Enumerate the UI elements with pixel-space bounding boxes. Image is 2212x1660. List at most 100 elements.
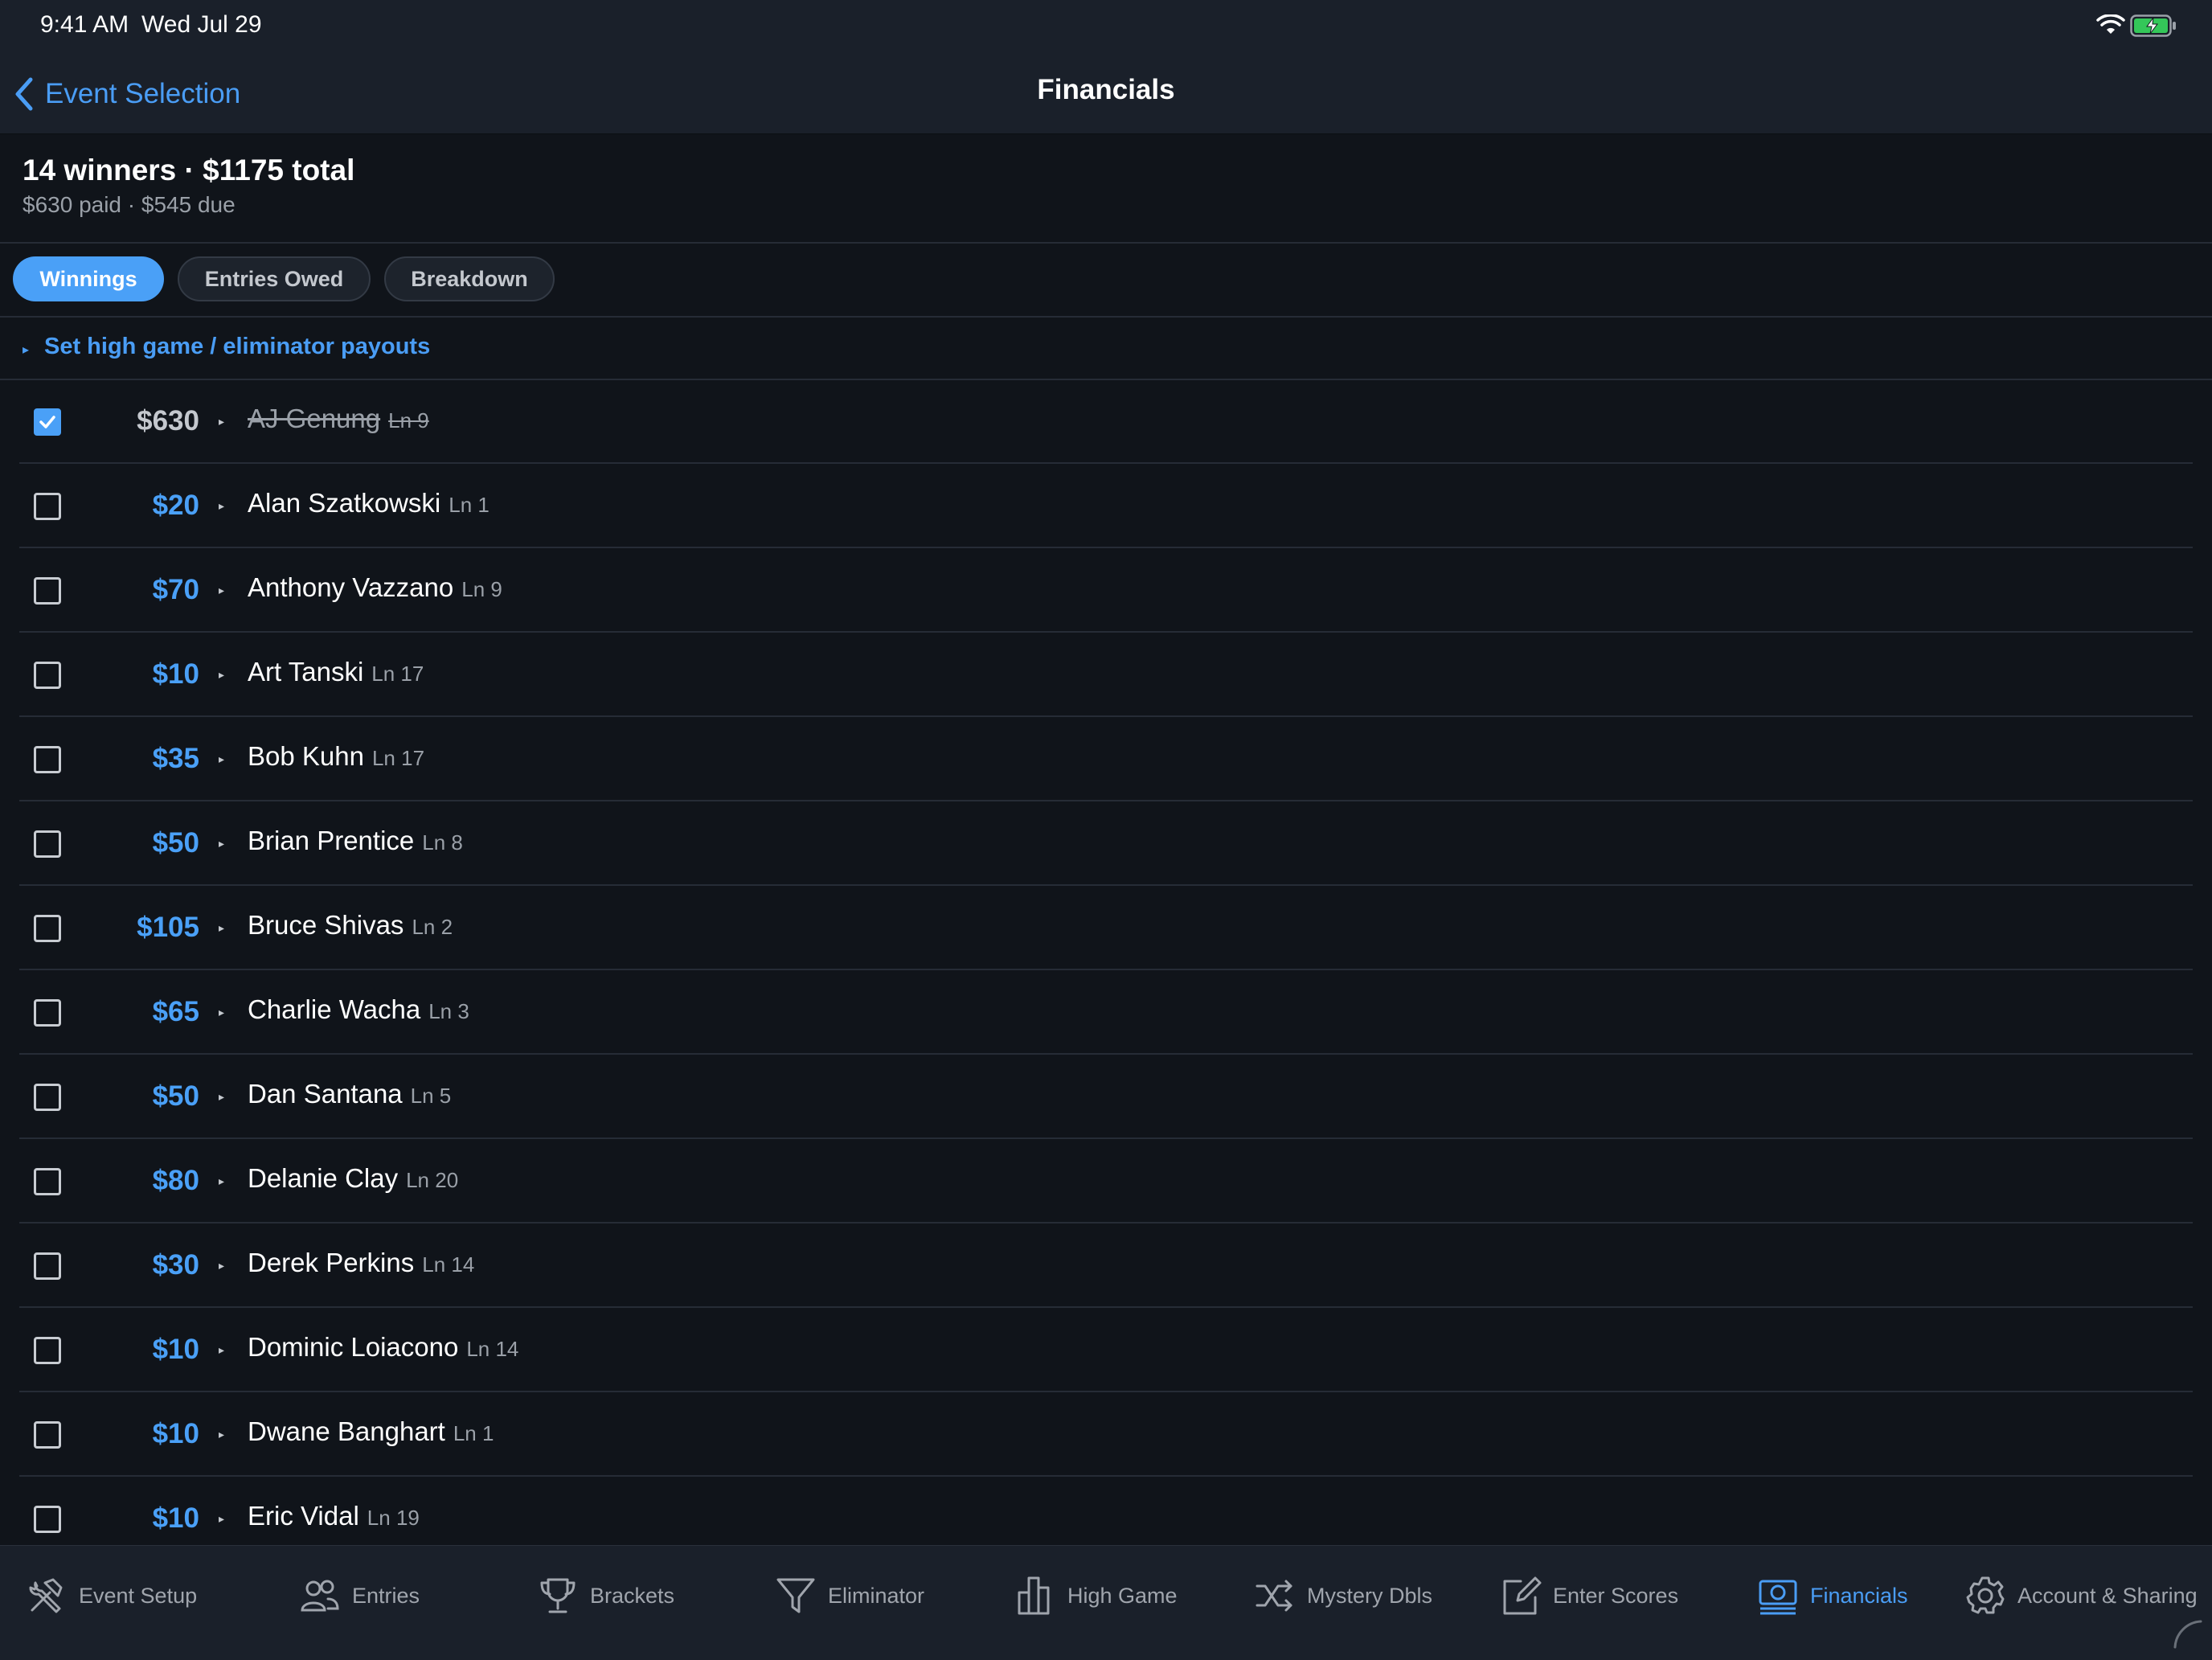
- expand-triangle-icon[interactable]: ▸: [219, 752, 224, 766]
- winner-row[interactable]: $65 ▸ Charlie Wacha Ln 3: [0, 970, 2212, 1055]
- expand-triangle-icon[interactable]: ▸: [219, 584, 224, 597]
- trophy-icon: [540, 1578, 576, 1613]
- tab-label: Brackets: [590, 1583, 675, 1608]
- winner-amount: $10: [152, 1334, 199, 1365]
- paid-checkbox[interactable]: [34, 1337, 61, 1364]
- status-time: 9:41 AM: [40, 11, 129, 38]
- paid-checkbox[interactable]: [34, 493, 61, 520]
- winner-amount: $80: [152, 1165, 199, 1196]
- status-date: Wed Jul 29: [141, 11, 262, 38]
- tab-account-sharing[interactable]: Account & Sharing: [1964, 1572, 2198, 1620]
- summary-header: 14 winners · $1175 total $630 paid · $54…: [0, 134, 2212, 244]
- winner-amount: $50: [152, 1080, 199, 1112]
- winner-amount: $10: [152, 1418, 199, 1449]
- winner-name: Dan Santana: [248, 1079, 403, 1109]
- winner-lane: Ln 17: [371, 662, 424, 686]
- winner-row[interactable]: $10 ▸ Art Tanski Ln 17: [0, 633, 2212, 717]
- tab-label: Event Setup: [79, 1583, 198, 1608]
- winner-lane: Ln 8: [422, 830, 463, 855]
- winner-info: Derek Perkins Ln 14: [248, 1248, 474, 1278]
- paid-checkbox-checked[interactable]: [34, 408, 61, 436]
- winner-row[interactable]: $630 ▸ AJ Genung Ln 9: [0, 379, 2212, 464]
- paid-checkbox[interactable]: [34, 1252, 61, 1280]
- winner-row[interactable]: $10 ▸ Eric Vidal Ln 19: [0, 1477, 2212, 1545]
- winner-lane: Ln 17: [371, 746, 425, 770]
- expand-triangle-icon[interactable]: ▸: [219, 1428, 224, 1441]
- paid-checkbox[interactable]: [34, 915, 61, 942]
- expand-triangle-icon[interactable]: ▸: [219, 1090, 224, 1104]
- winner-row[interactable]: $30 ▸ Derek Perkins Ln 14: [0, 1223, 2212, 1308]
- tab-label: Mystery Dbls: [1307, 1583, 1433, 1608]
- tab-financials[interactable]: Financials: [1757, 1572, 1908, 1620]
- tab-entries[interactable]: Entries: [299, 1572, 420, 1620]
- tab-label: High Game: [1067, 1583, 1178, 1608]
- winner-amount: $35: [152, 743, 199, 774]
- tab-brackets[interactable]: Brackets: [537, 1572, 674, 1620]
- winner-row[interactable]: $50 ▸ Brian Prentice Ln 8: [0, 801, 2212, 886]
- winner-name: Delanie Clay: [248, 1163, 399, 1193]
- winner-info: Bruce Shivas Ln 2: [248, 910, 453, 941]
- checkmark-icon: [39, 416, 55, 428]
- paid-checkbox[interactable]: [34, 577, 61, 605]
- winner-row[interactable]: $80 ▸ Delanie Clay Ln 20: [0, 1139, 2212, 1223]
- edit-icon: [1503, 1576, 1542, 1615]
- tab-event-setup[interactable]: Event Setup: [26, 1572, 197, 1620]
- winner-info: Dan Santana Ln 5: [248, 1079, 451, 1109]
- segment-breakdown[interactable]: Breakdown: [384, 256, 555, 301]
- winner-amount: $105: [137, 912, 199, 943]
- expand-triangle-icon[interactable]: ▸: [219, 921, 224, 935]
- paid-checkbox[interactable]: [34, 1421, 61, 1449]
- winner-row[interactable]: $20 ▸ Alan Szatkowski Ln 1: [0, 464, 2212, 548]
- expand-triangle-icon[interactable]: ▸: [219, 837, 224, 850]
- expand-triangle-icon[interactable]: ▸: [219, 1512, 224, 1526]
- winner-lane: Ln 19: [367, 1506, 420, 1530]
- tab-mystery-dbls[interactable]: Mystery Dbls: [1254, 1572, 1432, 1620]
- winner-lane: Ln 9: [388, 408, 429, 432]
- segment-winnings[interactable]: Winnings: [13, 256, 164, 301]
- expand-triangle-icon[interactable]: ▸: [219, 1259, 224, 1273]
- paid-checkbox[interactable]: [34, 1506, 61, 1533]
- paid-checkbox[interactable]: [34, 830, 61, 858]
- winner-name: Anthony Vazzano: [248, 572, 454, 602]
- paid-checkbox[interactable]: [34, 999, 61, 1027]
- expand-triangle-icon[interactable]: ▸: [219, 1343, 224, 1357]
- winner-row[interactable]: $10 ▸ Dwane Banghart Ln 1: [0, 1392, 2212, 1477]
- expand-triangle-icon[interactable]: ▸: [219, 1174, 224, 1188]
- tab-bar: Event Setup Entries Brackets Eliminator …: [0, 1545, 2212, 1660]
- winner-info: Alan Szatkowski Ln 1: [248, 488, 490, 518]
- winner-lane: Ln 14: [422, 1252, 475, 1277]
- winner-row[interactable]: $35 ▸ Bob Kuhn Ln 17: [0, 717, 2212, 801]
- payout-settings-toggle[interactable]: ▸ Set high game / eliminator payouts: [0, 318, 2212, 380]
- winner-lane: Ln 2: [412, 915, 453, 939]
- people-icon: [301, 1580, 339, 1612]
- expand-triangle-icon[interactable]: ▸: [219, 415, 224, 428]
- winner-name: Charlie Wacha: [248, 994, 421, 1024]
- paid-checkbox[interactable]: [34, 1168, 61, 1195]
- winner-info: Anthony Vazzano Ln 9: [248, 572, 502, 603]
- expand-triangle-icon[interactable]: ▸: [219, 668, 224, 682]
- winner-row[interactable]: $10 ▸ Dominic Loiacono Ln 14: [0, 1308, 2212, 1392]
- winner-name: Brian Prentice: [248, 826, 415, 855]
- tab-eliminator[interactable]: Eliminator: [775, 1572, 924, 1620]
- tab-enter-scores[interactable]: Enter Scores: [1500, 1572, 1678, 1620]
- paid-checkbox[interactable]: [34, 1084, 61, 1111]
- winner-row[interactable]: $70 ▸ Anthony Vazzano Ln 9: [0, 548, 2212, 633]
- winner-row[interactable]: $50 ▸ Dan Santana Ln 5: [0, 1055, 2212, 1139]
- winner-info: Dominic Loiacono Ln 14: [248, 1332, 518, 1363]
- tab-high-game[interactable]: High Game: [1014, 1572, 1178, 1620]
- winner-name: Derek Perkins: [248, 1248, 415, 1277]
- paid-checkbox[interactable]: [34, 746, 61, 773]
- winner-lane: Ln 9: [461, 577, 502, 601]
- winner-row[interactable]: $105 ▸ Bruce Shivas Ln 2: [0, 886, 2212, 970]
- expand-triangle-icon[interactable]: ▸: [219, 1006, 224, 1019]
- winner-amount: $20: [152, 490, 199, 521]
- paid-checkbox[interactable]: [34, 662, 61, 689]
- expand-triangle-icon[interactable]: ▸: [219, 499, 224, 513]
- winner-info: Charlie Wacha Ln 3: [248, 994, 469, 1025]
- winners-list: $630 ▸ AJ Genung Ln 9 $20 ▸ Alan Szatkowski Ln …: [0, 379, 2212, 1545]
- winner-lane: Ln 3: [428, 999, 469, 1023]
- winner-name: Art Tanski: [248, 657, 364, 687]
- tab-label: Eliminator: [828, 1583, 925, 1608]
- tab-label: Enter Scores: [1553, 1583, 1679, 1608]
- segment-entries-owed[interactable]: Entries Owed: [178, 256, 371, 301]
